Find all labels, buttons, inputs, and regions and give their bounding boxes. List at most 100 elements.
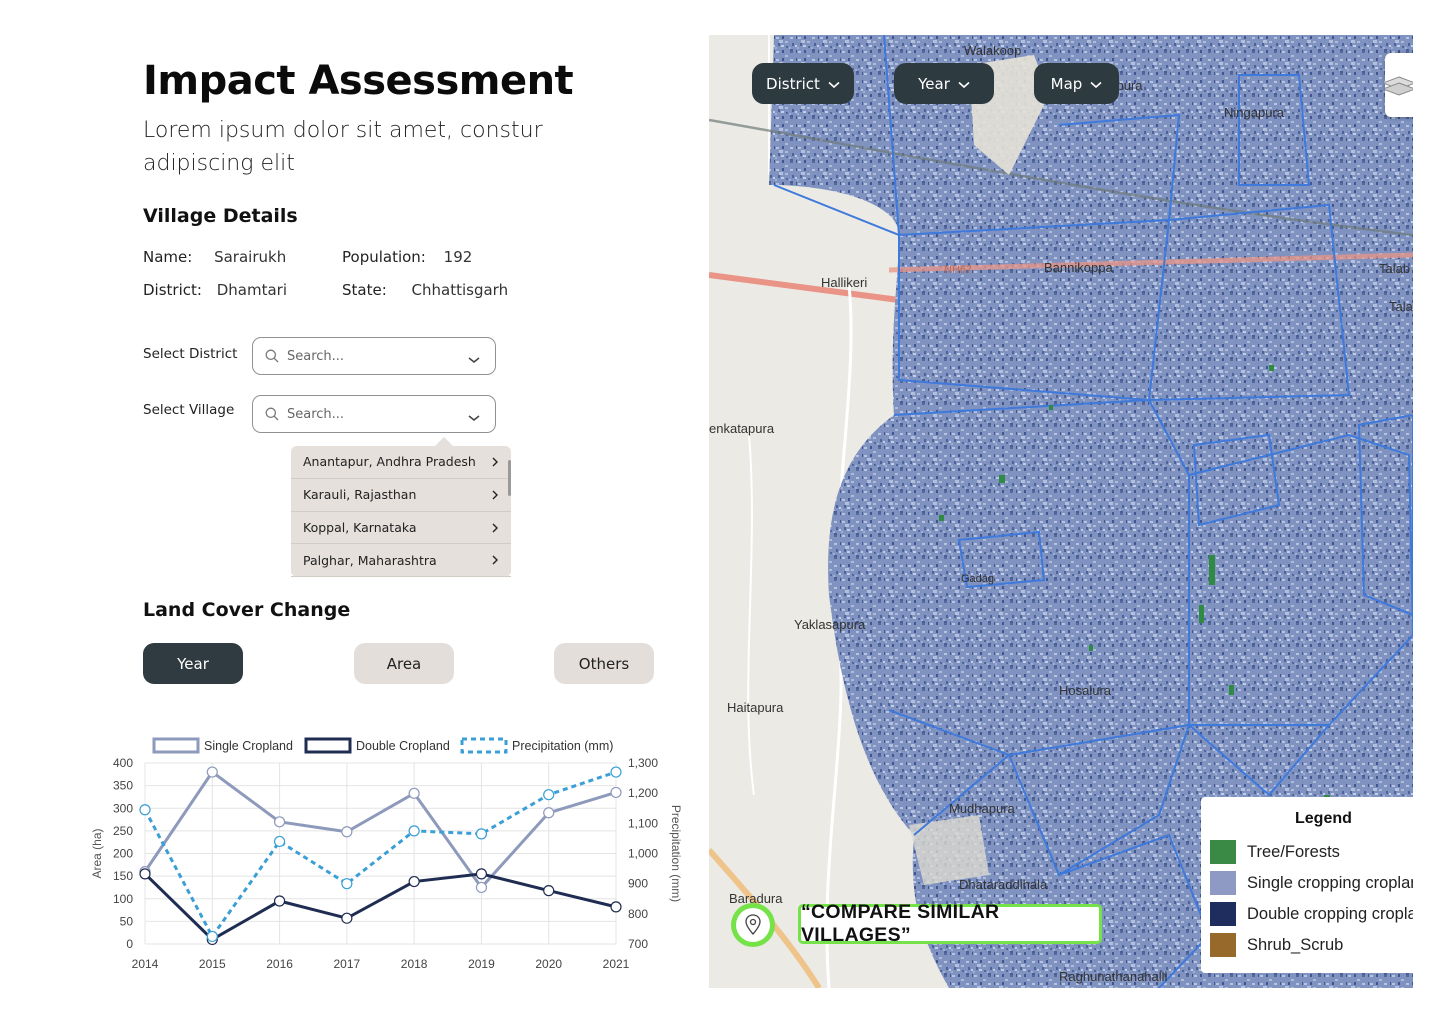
location-pin-icon (745, 914, 761, 935)
y-tick-label: 250 (113, 824, 133, 838)
dropdown-item[interactable]: Anantapur, Andhra Pradesh (291, 446, 511, 479)
location-pin-button[interactable] (731, 903, 775, 947)
x-tick-label: 2016 (266, 957, 293, 971)
legend-swatch (1210, 840, 1236, 864)
y2-tick-label: 700 (628, 937, 648, 951)
village-name-detail: Name: Sarairukh (143, 248, 286, 266)
district-value: Dhamtari (216, 281, 287, 299)
land-cover-chart: 0 50 100 150 200 250 300 350 400 2014 2015 2016 2017… (90, 737, 683, 971)
chevron-right-icon (491, 554, 499, 569)
page-title: Impact Assessment (143, 58, 574, 104)
legend-label: Single Cropland (204, 739, 293, 753)
chevron-down-icon (1090, 75, 1102, 93)
dropdown-scrollbar[interactable] (508, 460, 511, 496)
series-line (143, 769, 617, 890)
legend-label: Precipitation (mm) (512, 739, 613, 753)
data-point (206, 766, 218, 778)
y2-tick-label: 1,200 (628, 786, 658, 800)
legend-label: Double Cropland (356, 739, 450, 753)
legend-swatch (1210, 871, 1236, 895)
tab-year[interactable]: Year (143, 643, 243, 684)
series-line (143, 872, 617, 942)
legend-item: Shrub_Scrub (1210, 933, 1343, 957)
map-year-label: Year (918, 74, 950, 93)
y-tick-label: 100 (113, 892, 133, 906)
data-point (273, 895, 286, 907)
chevron-right-icon (491, 456, 499, 471)
tab-others[interactable]: Others (554, 643, 654, 684)
map-label: Hallikeri (821, 275, 867, 290)
y-tick-label: 150 (113, 869, 133, 883)
district-search-input[interactable] (287, 348, 447, 364)
x-tick-label: 2021 (603, 957, 630, 971)
chevron-down-icon[interactable] (467, 408, 481, 427)
state-value: Chhattisgarh (411, 281, 509, 299)
x-tick-label: 2020 (535, 957, 562, 971)
legend-item: Single cropping cropland (1210, 871, 1413, 895)
data-point (475, 828, 488, 840)
compare-villages-button[interactable]: “COMPARE SIMILAR VILLAGES” (798, 901, 1102, 946)
chevron-down-icon (828, 75, 840, 93)
chevron-down-icon[interactable] (467, 350, 481, 369)
select-district-label: Select District (143, 346, 238, 362)
data-point (139, 804, 151, 816)
search-icon (265, 407, 279, 421)
legend-swatch (1210, 933, 1236, 957)
legend-label: Double cropping cropland (1247, 904, 1413, 923)
map-label: Gadag (961, 573, 994, 585)
x-tick-label: 2015 (199, 957, 226, 971)
data-point (139, 868, 151, 880)
village-search-input[interactable] (287, 406, 447, 422)
x-tick-label: 2014 (132, 957, 159, 971)
data-point (408, 825, 420, 837)
y2-tick-label: 1,300 (628, 756, 658, 770)
x-tick-label: 2017 (334, 957, 361, 971)
data-point (341, 912, 353, 924)
legend-swatch (460, 737, 508, 754)
map-year-dropdown[interactable]: Year (894, 63, 994, 104)
chevron-right-icon (491, 489, 499, 504)
name-label: Name: (143, 248, 193, 266)
dropdown-item-label: Koppal, Karnataka (303, 519, 417, 535)
dropdown-item[interactable]: Palghar, Maharashtra (291, 544, 511, 577)
data-point (610, 786, 622, 799)
chevron-right-icon (491, 522, 499, 537)
select-village-label: Select Village (143, 402, 235, 418)
data-point (273, 816, 286, 828)
y2-tick-label: 1,000 (628, 847, 658, 861)
village-details-heading: Village Details (143, 205, 298, 227)
district-select[interactable] (252, 337, 496, 375)
village-state-detail: State: Chhattisgarh (342, 281, 508, 299)
dropdown-item[interactable]: Karauli, Rajasthan (291, 479, 511, 512)
map-label: Talab (1379, 261, 1410, 276)
legend-title: Legend (1295, 810, 1352, 827)
village-select[interactable] (252, 395, 496, 433)
legend-label: Shrub_Scrub (1247, 935, 1344, 954)
data-point (543, 885, 555, 897)
tab-area[interactable]: Area (354, 643, 454, 684)
data-point (475, 881, 488, 894)
map-label: NH67 (944, 264, 972, 276)
data-point (341, 878, 353, 890)
data-point (341, 826, 353, 838)
y-tick-label: 200 (113, 847, 133, 861)
data-point (610, 901, 622, 913)
village-dropdown-menu: Anantapur, Andhra Pradesh Karauli, Rajas… (291, 437, 511, 577)
y2-tick-label: 800 (628, 907, 648, 921)
layers-button[interactable] (1381, 53, 1413, 117)
y-tick-label: 350 (113, 779, 133, 793)
chevron-down-icon (958, 75, 970, 93)
y-axis-label: Area (ha) (90, 828, 104, 878)
dropdown-item-label: Palghar, Maharashtra (303, 552, 437, 568)
map-label: Hosalura (1059, 683, 1112, 698)
y2-tick-label: 900 (628, 877, 648, 891)
map-type-dropdown[interactable]: Map (1034, 63, 1119, 104)
map-label: Ningapura (1224, 105, 1285, 120)
map-district-dropdown[interactable]: District (752, 63, 854, 104)
data-point (408, 787, 420, 799)
map-legend: Legend Tree/Forests Single cropping crop… (1201, 797, 1413, 973)
dropdown-item[interactable]: Koppal, Karnataka (291, 512, 511, 545)
data-point (543, 789, 555, 801)
map-type-label: Map (1050, 74, 1083, 93)
map-district-label: District (766, 74, 820, 93)
